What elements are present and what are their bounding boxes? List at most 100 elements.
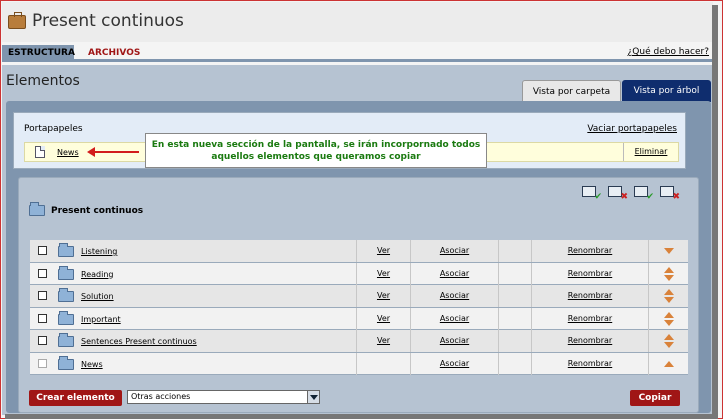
copy-button[interactable]: Copiar [630,390,680,406]
associate-link[interactable]: Asociar [410,330,498,352]
row-name-link[interactable]: Reading [81,270,113,279]
empty-clipboard-link[interactable]: Vaciar portapapeles [587,124,677,134]
table-row: Solution Ver Asociar Renombrar [30,285,688,308]
order-cell [648,307,688,330]
associate-link[interactable]: Asociar [410,262,498,285]
table-row: Sentences Present continuos Ver Asociar … [30,330,688,353]
arrow-up-icon[interactable] [664,360,674,367]
application-window: Present continuos ESTRUCTURA ARCHIVOS ¿Q… [0,0,723,419]
arrow-up-icon[interactable] [664,266,674,273]
arrow-down-icon[interactable] [664,274,674,281]
current-folder-title: Present continuos [51,206,144,216]
associate-link[interactable]: Asociar [410,307,498,330]
page-title: Present continuos [32,11,184,31]
tab-view-tree[interactable]: Vista por árbol [622,80,711,102]
folder-icon [58,288,74,302]
rename-link[interactable]: Renombrar [531,330,648,352]
empty-cell [498,240,531,262]
arrow-up-icon[interactable] [664,334,674,340]
order-cell [648,352,688,375]
create-element-button[interactable]: Crear elemento [29,390,122,406]
arrow-up-icon[interactable] [664,311,674,318]
arrow-down-icon[interactable] [664,319,674,326]
delete-folder-icon[interactable]: ✖ [607,185,628,202]
clipboard-label: Portapapeles [24,124,83,134]
row-checkbox[interactable] [38,336,47,345]
order-cell [648,285,688,307]
title-bar: Present continuos [2,2,713,42]
order-cell [648,262,688,285]
arrow-up-icon[interactable] [664,289,674,295]
window-shadow-bottom [5,414,718,419]
arrow-down-icon[interactable] [664,248,674,254]
row-name-link[interactable]: Solution [81,292,114,301]
table-row: Reading Ver Asociar Renombrar [30,262,688,285]
clipboard-item-link[interactable]: News [57,148,79,157]
empty-cell [498,330,531,352]
row-checkbox[interactable] [38,313,47,323]
order-cell [648,330,688,352]
chevron-down-icon[interactable] [307,391,319,403]
table-row: Important Ver Asociar Renombrar [30,307,688,330]
rename-link[interactable]: Renombrar [531,262,648,285]
view-link[interactable]: Ver [356,240,410,262]
delete-item-icon[interactable]: ✖ [659,185,680,202]
element-list-panel: ✔ ✖ ✔ ✖ Present continuos Listening Ver … [18,177,699,413]
row-name-link[interactable]: Important [81,315,121,324]
other-actions-select[interactable]: Otras acciones [127,390,320,404]
empty-cell [498,285,531,307]
add-folder-icon[interactable]: ✔ [581,185,602,202]
table-row: Listening Ver Asociar Renombrar [30,240,688,263]
callout-line-2: aquellos elementos que queramos copiar [211,152,421,162]
folder-icon [58,355,74,370]
empty-cell [498,262,531,285]
document-icon [35,146,45,158]
associate-link[interactable]: Asociar [410,352,498,375]
row-checkbox[interactable] [38,291,47,300]
associate-link[interactable]: Asociar [410,285,498,307]
rename-link[interactable]: Renombrar [531,240,648,262]
row-checkbox [38,358,47,368]
current-folder-heading: Present continuos [29,202,144,216]
rename-link[interactable]: Renombrar [531,307,648,330]
row-name-link[interactable]: Sentences Present continuos [81,337,197,346]
folder-icon [58,243,74,257]
tab-archivos[interactable]: ARCHIVOS [82,45,146,62]
briefcase-icon [8,12,26,29]
rename-link[interactable]: Renombrar [531,352,648,375]
row-name-link[interactable]: News [81,360,103,369]
folder-icon [58,265,74,280]
row-name-link[interactable]: Listening [81,247,117,256]
tab-estructura[interactable]: ESTRUCTURA [2,45,75,62]
folder-icon [29,202,45,216]
empty-cell [498,352,531,375]
section-title: Elementos [6,73,80,89]
window-shadow-right [712,5,718,419]
order-cell [648,240,688,262]
callout-line-1: En esta nueva sección de la pantalla, se… [151,140,481,150]
row-checkbox[interactable] [38,246,47,255]
callout-annotation: En esta nueva sección de la pantalla, se… [145,133,487,168]
view-link[interactable]: Ver [356,307,410,330]
other-actions-value: Otras acciones [131,392,191,401]
view-link[interactable]: Ver [356,330,410,352]
top-tab-bar: ESTRUCTURA ARCHIVOS ¿Qué debo hacer? [2,45,713,62]
arrow-down-icon[interactable] [664,342,674,348]
rename-link[interactable]: Renombrar [531,285,648,307]
empty-cell [498,307,531,330]
help-link[interactable]: ¿Qué debo hacer? [628,47,709,57]
add-item-icon[interactable]: ✔ [633,185,654,202]
arrow-down-icon[interactable] [664,297,674,303]
associate-link[interactable]: Asociar [410,240,498,262]
tab-view-folder[interactable]: Vista por carpeta [522,80,621,102]
delete-clipboard-item-link[interactable]: Eliminar [623,143,678,161]
element-table: Listening Ver Asociar Renombrar Reading … [30,240,688,375]
view-link [356,352,410,375]
arrow-left-icon [87,147,139,157]
table-row: News Asociar Renombrar [30,352,688,375]
folder-icon [58,310,74,325]
view-link[interactable]: Ver [356,262,410,285]
folder-icon [58,333,74,347]
view-link[interactable]: Ver [356,285,410,307]
row-checkbox[interactable] [38,268,47,278]
